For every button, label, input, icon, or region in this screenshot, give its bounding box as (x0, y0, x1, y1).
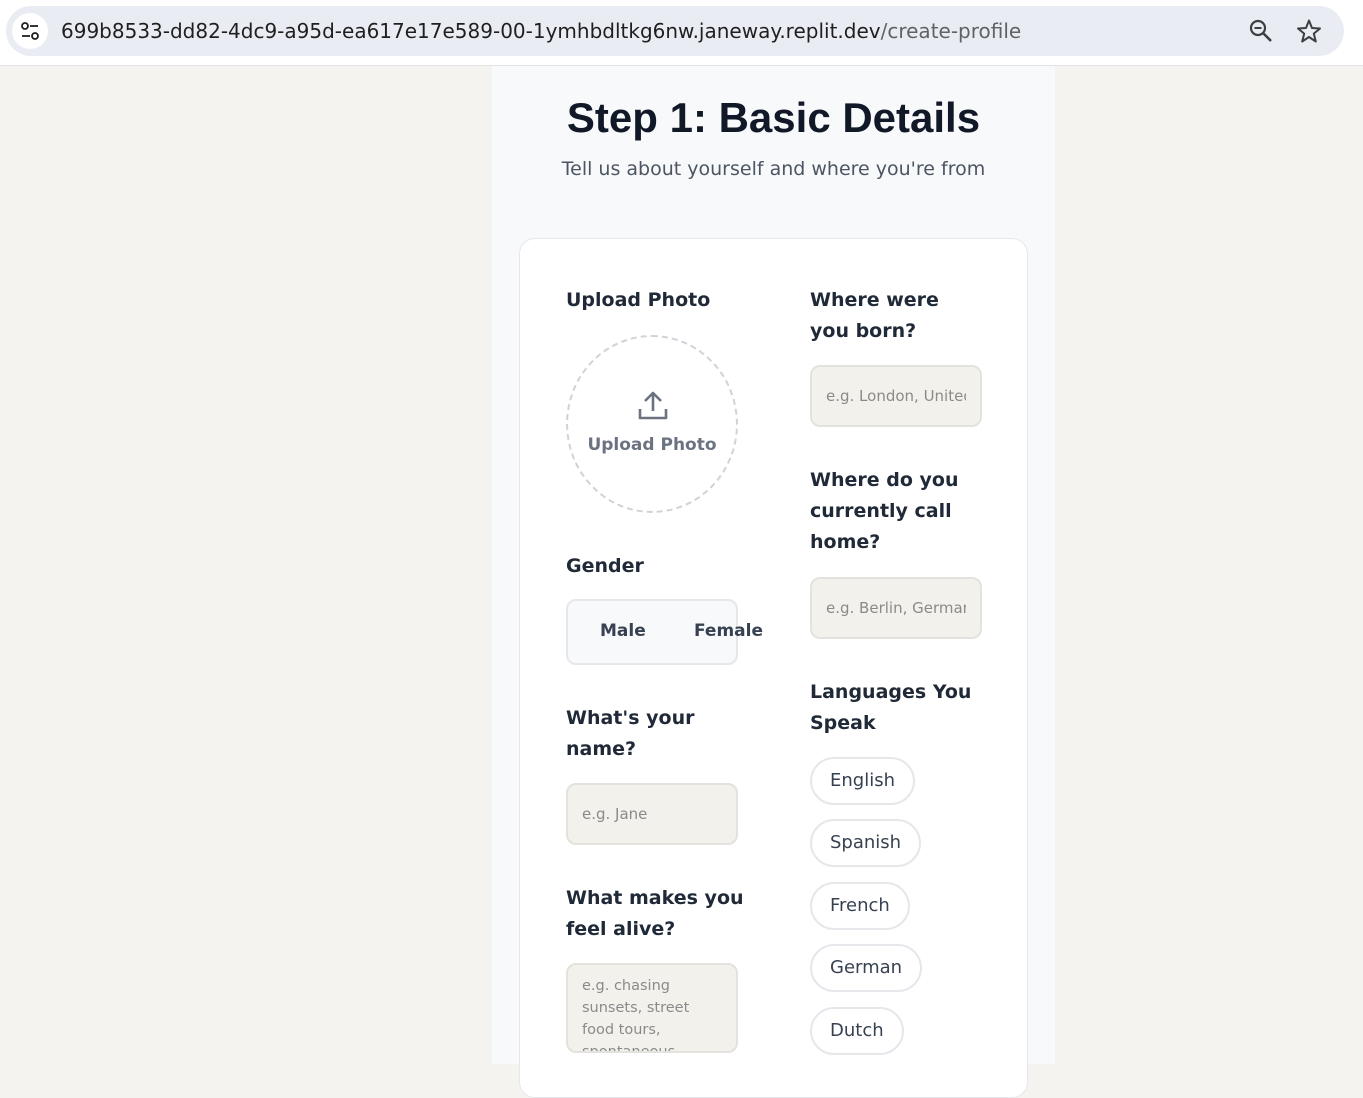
gender-toggle: Male Female (566, 599, 763, 665)
bookmark-button[interactable] (1296, 18, 1322, 44)
gender-label: Gender (566, 555, 644, 577)
language-chip-german[interactable]: German (810, 944, 923, 992)
page-subtitle: Tell us about yourself and where you're … (561, 158, 986, 180)
name-input[interactable] (566, 783, 738, 845)
language-chip-spanish[interactable]: Spanish (810, 819, 922, 867)
home-label: Where do you currently call home? (810, 469, 959, 553)
browser-toolbar: 699b8533-dd82-4dc9-a95d-ea617e17e589-00-… (0, 0, 1363, 66)
star-icon (1297, 19, 1321, 43)
language-chip-dutch[interactable]: Dutch (810, 1007, 904, 1055)
url-host: 699b8533-dd82-4dc9-a95d-ea617e17e589-00-… (61, 19, 881, 43)
page-title: Step 1: Basic Details (566, 94, 981, 141)
url-text[interactable]: 699b8533-dd82-4dc9-a95d-ea617e17e589-00-… (61, 19, 1021, 43)
born-input[interactable] (810, 365, 982, 427)
upload-photo-button[interactable]: Upload Photo (566, 335, 738, 513)
feel-alive-textarea[interactable] (566, 963, 738, 1053)
zoom-icon (1249, 19, 1272, 42)
upload-photo-text: Upload Photo (587, 435, 717, 455)
zoom-button[interactable] (1248, 18, 1274, 44)
language-chip-english[interactable]: English (810, 757, 915, 805)
feel-alive-label: What makes you feel alive? (566, 887, 744, 940)
language-chip-french[interactable]: French (810, 882, 910, 930)
upload-photo-label: Upload Photo (566, 289, 711, 311)
gender-option-male[interactable]: Male (600, 621, 646, 641)
home-input[interactable] (810, 577, 982, 639)
page-background: Step 1: Basic Details Tell us about your… (0, 66, 1363, 1098)
gender-option-female[interactable]: Female (694, 621, 763, 641)
tune-icon (21, 22, 39, 40)
upload-icon (638, 391, 668, 420)
site-info-button[interactable] (12, 13, 48, 49)
profile-form-card: Upload Photo Upload Photo Gender Male Fe… (519, 238, 1028, 1098)
content-column: Step 1: Basic Details Tell us about your… (492, 66, 1055, 1098)
name-label: What's your name? (566, 707, 695, 760)
url-path: /create-profile (880, 19, 1022, 43)
born-label: Where were you born? (810, 289, 939, 342)
languages-label: Languages You Speak (810, 681, 972, 734)
address-bar[interactable]: 699b8533-dd82-4dc9-a95d-ea617e17e589-00-… (6, 6, 1344, 56)
